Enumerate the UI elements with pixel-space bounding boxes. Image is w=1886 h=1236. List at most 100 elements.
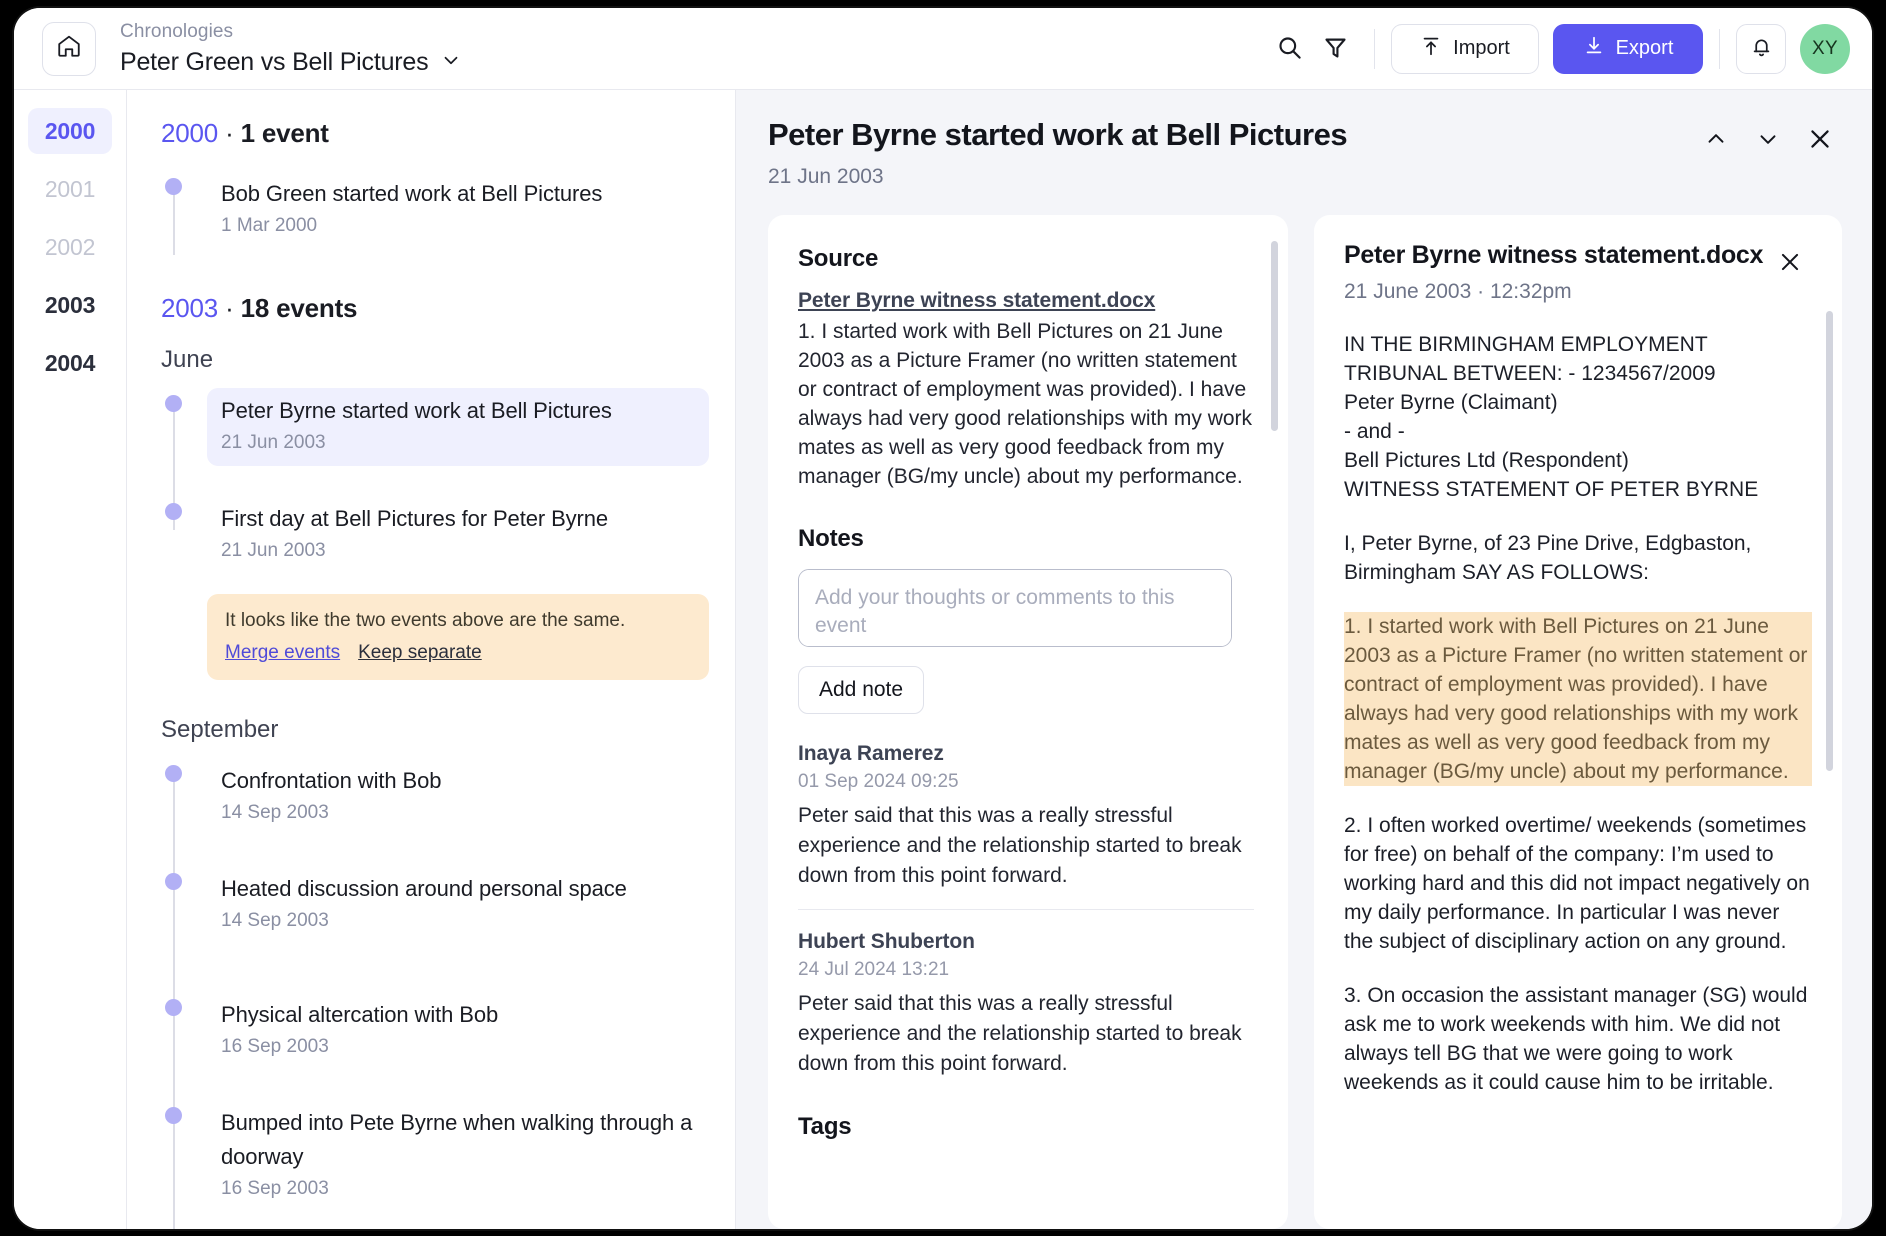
notifications-button[interactable]	[1736, 23, 1786, 74]
event-title: Heated discussion around personal space	[221, 876, 627, 901]
event-title: Bob Green started work at Bell Pictures	[221, 181, 603, 206]
group-year: 2003	[161, 293, 219, 323]
event-title: Physical altercation with Bob	[221, 1002, 499, 1027]
search-button[interactable]	[1266, 26, 1312, 72]
filter-icon	[1322, 34, 1349, 64]
note-author: Hubert Shuberton	[798, 930, 975, 953]
toolbar-divider-2	[1719, 28, 1720, 69]
event-date: 21 Jun 2003	[221, 432, 326, 453]
document-preview-card[interactable]: Peter Byrne witness statement.docx 21 Ju…	[1314, 215, 1842, 1229]
event-detail-title: Peter Byrne started work at Bell Picture…	[768, 117, 1348, 152]
event-list-june: Peter Byrne started work at Bell Picture…	[161, 388, 709, 680]
timeline-list[interactable]: 2000 · 1 event Bob Green started work at…	[126, 90, 736, 1229]
month-header-september: September	[161, 716, 279, 743]
home-button[interactable]	[42, 21, 96, 76]
note-timestamp: 24 Jul 2024 13:21	[798, 959, 950, 980]
keep-separate-link[interactable]: Keep separate	[358, 642, 482, 664]
document-highlighted-paragraph: 1. I started work with Bell Pictures on …	[1344, 612, 1812, 786]
breadcrumb-parent-link[interactable]: Chronologies	[120, 20, 462, 44]
tags-section-heading: Tags	[798, 1113, 852, 1140]
close-document-button[interactable]	[1768, 241, 1812, 285]
source-notes-card[interactable]: Source Peter Byrne witness statement.doc…	[768, 215, 1288, 1229]
export-label: Export	[1615, 37, 1674, 59]
document-paragraph-2: 2. I often worked overtime/ weekends (so…	[1344, 814, 1810, 953]
list-item[interactable]: Physical altercation with Bob 16 Sep 200…	[161, 992, 709, 1100]
search-icon	[1276, 34, 1303, 64]
export-button[interactable]: Export	[1553, 23, 1703, 74]
previous-event-button[interactable]	[1694, 118, 1738, 162]
import-label: Import	[1453, 37, 1510, 59]
event-list-2000: Bob Green started work at Bell Pictures …	[161, 171, 709, 279]
event-list-september: Confrontation with Bob 14 Sep 2003 Heate…	[161, 758, 709, 1229]
year-item-2002[interactable]: 2002	[28, 224, 112, 270]
list-item[interactable]: Confrontation with Bob 14 Sep 2003	[161, 758, 709, 866]
event-detail-date: 21 Jun 2003	[768, 165, 884, 188]
document-intro: I, Peter Byrne, of 23 Pine Drive, Edgbas…	[1344, 532, 1752, 584]
document-scrollbar[interactable]	[1826, 311, 1833, 771]
year-item-2000[interactable]: 2000	[28, 108, 112, 154]
notes-section-heading: Notes	[798, 525, 864, 552]
note-input[interactable]	[798, 569, 1232, 647]
note-text: Peter said that this was a really stress…	[798, 804, 1242, 887]
notes-list: Inaya Ramerez 01 Sep 2024 09:25 Peter sa…	[798, 742, 1254, 1097]
event-date: 16 Sep 2003	[221, 1036, 329, 1057]
chevron-down-icon[interactable]	[440, 49, 462, 76]
add-note-button[interactable]: Add note	[798, 666, 925, 714]
list-item[interactable]: Bumped into Pete Byrne when walking thro…	[161, 1100, 709, 1229]
avatar[interactable]: XY	[1800, 23, 1850, 74]
event-date: 14 Sep 2003	[221, 910, 329, 931]
source-section-heading: Source	[798, 245, 879, 272]
detail-cards-row: Source Peter Byrne witness statement.doc…	[768, 215, 1842, 1229]
source-document-link[interactable]: Peter Byrne witness statement.docx	[798, 289, 1155, 313]
year-item-2003[interactable]: 2003	[28, 282, 112, 328]
merge-suggestion-text: It looks like the two events above are t…	[225, 610, 626, 631]
event-title: Bumped into Pete Byrne when walking thro…	[221, 1110, 693, 1169]
close-detail-button[interactable]	[1798, 118, 1842, 162]
list-item: Hubert Shuberton 24 Jul 2024 13:21 Peter…	[798, 909, 1254, 1097]
group-count: 18 events	[240, 293, 358, 323]
year-item-2001[interactable]: 2001	[28, 166, 112, 212]
source-excerpt: 1. I started work with Bell Pictures on …	[798, 320, 1253, 488]
group-sep: ·	[218, 118, 241, 148]
import-button[interactable]: Import	[1391, 23, 1539, 74]
timeline-group-header-2000: 2000 · 1 event	[161, 118, 709, 149]
list-item[interactable]: Peter Byrne started work at Bell Picture…	[161, 388, 709, 496]
timeline-dot-icon	[165, 395, 182, 412]
source-card-scrollbar[interactable]	[1271, 241, 1278, 431]
note-author: Inaya Ramerez	[798, 742, 944, 765]
close-icon	[1806, 125, 1834, 156]
event-title: First day at Bell Pictures for Peter Byr…	[221, 506, 609, 531]
list-item[interactable]: First day at Bell Pictures for Peter Byr…	[161, 496, 709, 592]
document-body: IN THE BIRMINGHAM EMPLOYMENT TRIBUNAL BE…	[1344, 330, 1812, 1097]
timeline-dot-icon	[165, 1107, 182, 1124]
note-text: Peter said that this was a really stress…	[798, 992, 1242, 1075]
document-heading-block: IN THE BIRMINGHAM EMPLOYMENT TRIBUNAL BE…	[1344, 333, 1759, 501]
app-body: 2000 2001 2002 2003 2004 2000 · 1 event …	[14, 90, 1872, 1229]
year-item-2004[interactable]: 2004	[28, 340, 112, 386]
chevron-down-icon	[1755, 126, 1781, 155]
timeline-dot-icon	[165, 503, 182, 520]
list-item[interactable]: Bob Green started work at Bell Pictures …	[161, 171, 709, 279]
timeline-group-header-2003: 2003 · 18 events	[161, 293, 709, 324]
list-item[interactable]: Heated discussion around personal space …	[161, 866, 709, 992]
event-title: Confrontation with Bob	[221, 768, 442, 793]
highlight-text: 1. I started work with Bell Pictures on …	[1344, 613, 1808, 785]
event-date: 14 Sep 2003	[221, 802, 329, 823]
next-event-button[interactable]	[1746, 118, 1790, 162]
event-date: 16 Sep 2003	[221, 1178, 329, 1199]
merge-suggestion-actions: Merge events Keep separate	[225, 642, 691, 664]
close-icon	[1777, 249, 1803, 278]
merge-events-link[interactable]: Merge events	[225, 642, 340, 664]
document-title: Peter Byrne witness statement.docx	[1344, 241, 1764, 269]
filter-button[interactable]	[1312, 26, 1358, 72]
merge-suggestion-banner: It looks like the two events above are t…	[207, 594, 709, 680]
timeline-dot-icon	[165, 178, 182, 195]
top-toolbar: Chronologies Peter Green vs Bell Picture…	[14, 8, 1872, 90]
home-icon	[56, 33, 82, 64]
breadcrumb: Chronologies Peter Green vs Bell Picture…	[120, 20, 462, 77]
month-header-june: June	[161, 346, 214, 373]
note-timestamp: 01 Sep 2024 09:25	[798, 771, 959, 792]
event-detail-header: Peter Byrne started work at Bell Picture…	[768, 116, 1842, 189]
group-count: 1 event	[240, 118, 329, 148]
